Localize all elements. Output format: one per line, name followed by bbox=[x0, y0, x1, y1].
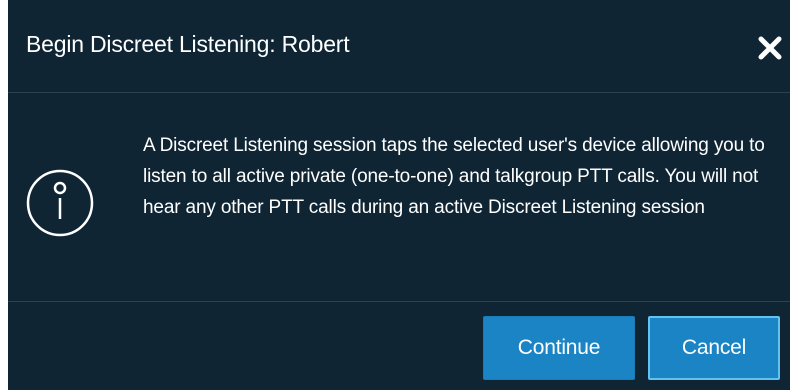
dialog-footer: Continue Cancel bbox=[8, 302, 790, 390]
cancel-button[interactable]: Cancel bbox=[648, 316, 780, 380]
dialog-header: Begin Discreet Listening: Robert bbox=[8, 0, 790, 93]
dialog-body: A Discreet Listening session taps the se… bbox=[8, 93, 790, 302]
info-icon bbox=[24, 167, 96, 239]
discreet-listening-dialog: Begin Discreet Listening: Robert A Discr… bbox=[8, 0, 790, 390]
dialog-message: A Discreet Listening session taps the se… bbox=[143, 135, 765, 218]
dialog-title: Begin Discreet Listening: Robert bbox=[26, 31, 350, 57]
close-icon[interactable] bbox=[756, 34, 784, 62]
continue-button[interactable]: Continue bbox=[483, 316, 635, 380]
